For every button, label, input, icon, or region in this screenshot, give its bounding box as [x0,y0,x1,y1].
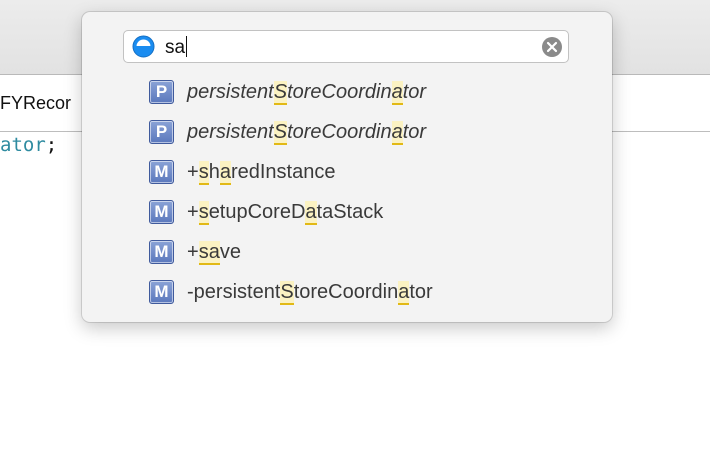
label-segment: tor [402,121,427,143]
label-segment: redInstance [230,161,336,183]
label-segment: + [187,241,199,263]
label-segment: toreCoordin [287,121,392,143]
search-input[interactable]: sa [165,36,188,59]
search-field[interactable]: sa [123,30,569,63]
result-item[interactable]: M +sharedInstance [82,152,612,192]
method-badge-icon: M [149,160,174,184]
label-segment: h [208,161,220,183]
code-identifier: ator [0,134,46,156]
match-highlight: s [198,201,209,225]
open-quickly-popup: sa PpersistentStoreCoordinator Ppersisten… [82,12,612,322]
result-label: +setupCoreDataStack [187,200,384,225]
method-badge-icon: M [149,200,174,224]
match-highlight: a [391,81,403,105]
label-segment: ve [219,241,241,263]
label-segment: taStack [316,201,384,223]
match-highlight: s [198,161,209,185]
code-line: ator; [0,134,57,156]
result-label: +save [187,240,241,265]
search-input-value: sa [165,37,186,58]
property-badge-icon: P [149,120,174,144]
label-segment: etupCoreD [208,201,306,223]
match-highlight: sa [198,241,220,265]
result-label: -persistentStoreCoordinator [187,280,433,305]
match-highlight: S [273,81,288,105]
result-label: persistentStoreCoordinator [187,120,427,145]
result-item[interactable]: M +setupCoreDataStack [82,192,612,232]
match-highlight: S [280,281,294,305]
match-highlight: a [391,121,403,145]
xcode-window: FYRecor ator; sa PpersistentStoreCoordin… [0,0,710,457]
label-segment: persistent [187,81,274,103]
clear-x-icon [546,41,558,53]
match-highlight: a [219,161,231,185]
method-badge-icon: M [149,280,174,304]
jump-bar-text: FYRecor [0,93,72,113]
label-segment: tor [402,81,427,103]
result-item[interactable]: M -persistentStoreCoordinator [82,272,612,312]
label-segment: toreCoordin [293,281,399,303]
label-segment: + [187,201,199,223]
label-segment: + [187,161,199,183]
result-label: +sharedInstance [187,160,336,185]
label-segment: tor [409,281,433,303]
text-caret [186,36,188,57]
result-item[interactable]: PpersistentStoreCoordinator [82,112,612,152]
label-segment: toreCoordin [287,81,392,103]
match-highlight: S [273,121,288,145]
match-highlight: a [398,281,410,305]
match-highlight: a [305,201,317,225]
clear-search-button[interactable] [542,37,562,57]
result-item[interactable]: M +save [82,232,612,272]
label-segment: persistent [187,121,274,143]
results-list: PpersistentStoreCoordinator PpersistentSt… [82,72,612,312]
property-badge-icon: P [149,80,174,104]
open-quickly-circle-icon [132,35,155,58]
result-label: persistentStoreCoordinator [187,80,427,105]
result-item[interactable]: PpersistentStoreCoordinator [82,72,612,112]
label-segment: -persistent [187,281,281,303]
code-semicolon: ; [45,134,58,156]
method-badge-icon: M [149,240,174,264]
